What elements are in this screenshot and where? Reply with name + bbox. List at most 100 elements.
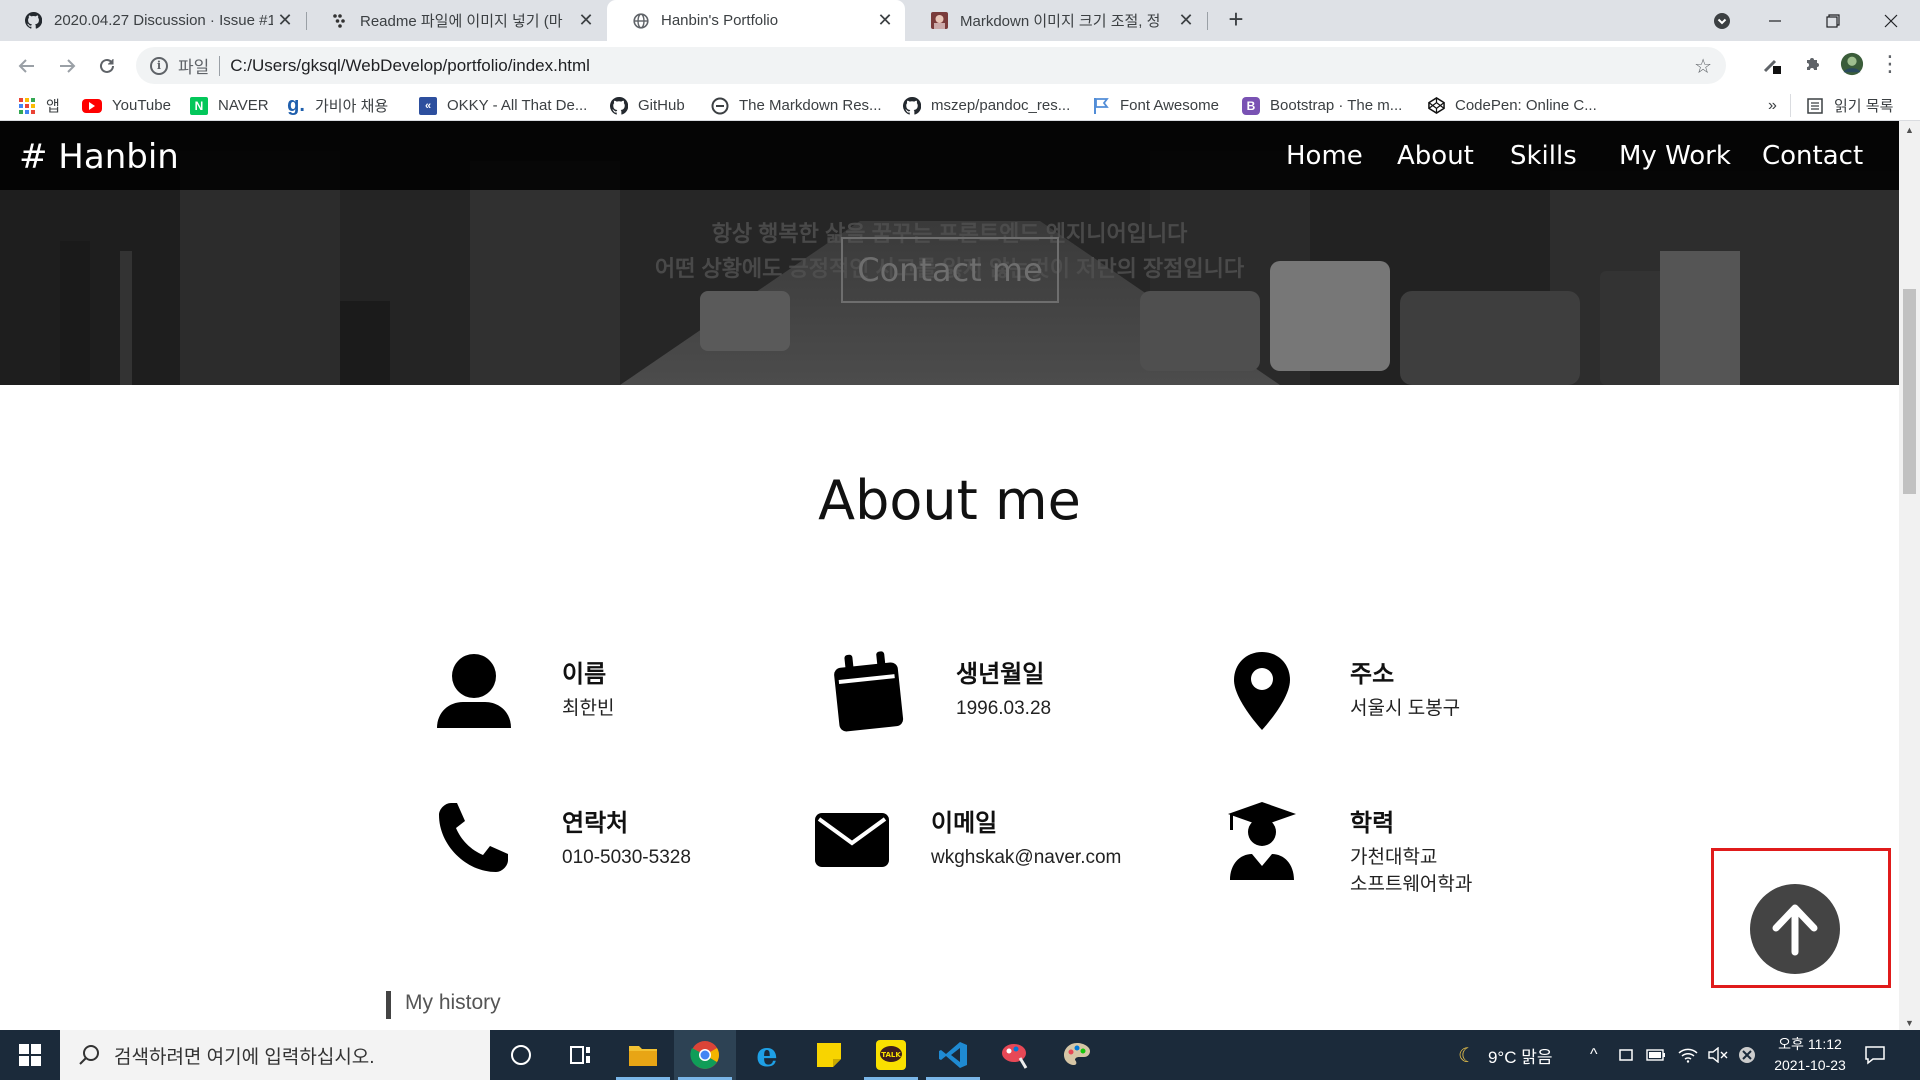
site-logo[interactable]: # Hanbin: [19, 137, 179, 177]
close-icon[interactable]: ✕: [873, 10, 897, 31]
taskbar-search-box[interactable]: 검색하려면 여기에 입력하십시오.: [60, 1030, 490, 1080]
bookmark-markdown-guide[interactable]: The Markdown Res...: [711, 94, 882, 117]
taskbar-internet-explorer[interactable]: e: [736, 1030, 798, 1080]
nav-contact[interactable]: Contact: [1762, 141, 1863, 171]
envelope-icon: [802, 799, 902, 881]
scroll-top-button[interactable]: [1750, 884, 1840, 974]
browser-tab-bar: 2020.04.27 Discussion · Issue #1 ✕ Readm…: [0, 0, 1920, 41]
extensions-puzzle-icon[interactable]: [1801, 52, 1825, 76]
taskbar-chrome[interactable]: [674, 1030, 736, 1080]
search-placeholder: 검색하려면 여기에 입력하십시오.: [114, 1046, 375, 1068]
velog-icon: [331, 12, 348, 29]
scroll-up-arrow-icon[interactable]: ▲: [1899, 125, 1920, 135]
bookmark-okky[interactable]: « OKKY - All That De...: [419, 94, 587, 117]
chevron-down-circle-icon: [1714, 12, 1730, 29]
codepen-icon: [1427, 97, 1445, 115]
github-icon: [903, 96, 921, 115]
start-button[interactable]: [0, 1030, 60, 1080]
reload-button[interactable]: [94, 53, 120, 79]
user-icon: [434, 650, 514, 732]
taskbar-paint-3d[interactable]: [984, 1030, 1046, 1080]
wifi-icon[interactable]: [1678, 1030, 1698, 1080]
nav-my-work[interactable]: My Work: [1619, 141, 1731, 171]
nav-skills[interactable]: Skills: [1510, 141, 1577, 171]
battery-icon[interactable]: [1646, 1030, 1666, 1080]
restore-icon: [1826, 13, 1840, 28]
info-icon[interactable]: i: [150, 56, 168, 75]
info-value: wkghskak@naver.com: [931, 847, 1122, 868]
bookmark-naver[interactable]: N NAVER: [190, 94, 269, 117]
bookmark-font-awesome[interactable]: Font Awesome: [1092, 94, 1219, 117]
bookmark-bootstrap[interactable]: B Bootstrap · The m...: [1242, 94, 1402, 117]
forward-button[interactable]: [54, 53, 80, 79]
info-value: 1996.03.28: [956, 698, 1052, 719]
tab-search-button[interactable]: [1693, 0, 1751, 41]
paint-3d-icon: [1002, 1044, 1028, 1069]
bookmark-label: GitHub: [638, 97, 685, 114]
extension-eyedropper-icon[interactable]: [1760, 52, 1784, 76]
tab-title: Markdown 이미지 크기 조절, 정: [960, 13, 1161, 30]
graduate-icon: [1222, 799, 1302, 881]
page-scrollbar[interactable]: ▲ ▼: [1899, 121, 1920, 1030]
address-bar[interactable]: i 파일 C:/Users/gksql/WebDevelop/portfolio…: [136, 47, 1726, 84]
tab-title: Readme 파일에 이미지 넣기 (마: [360, 13, 563, 30]
reload-icon: [100, 58, 114, 73]
taskbar-vscode[interactable]: [922, 1030, 984, 1080]
taskbar-clock[interactable]: 오후 11:12 2021-10-23: [1760, 1034, 1860, 1076]
profile-avatar-icon[interactable]: [1840, 52, 1864, 76]
weather-text: 9°C 맑음: [1487, 1047, 1553, 1067]
info-education: 학력 가천대학교 소프트웨어학과: [1222, 799, 1582, 909]
task-view-button[interactable]: [550, 1030, 612, 1080]
volume-muted-icon[interactable]: [1708, 1030, 1728, 1080]
back-button[interactable]: [14, 53, 40, 79]
action-center-icon[interactable]: [1864, 1030, 1886, 1080]
blog-avatar-icon: [931, 12, 948, 29]
taskbar-sticky-notes[interactable]: [798, 1030, 860, 1080]
ie-icon: e: [756, 1035, 778, 1075]
minimize-button[interactable]: [1746, 0, 1804, 41]
bookmark-apps[interactable]: 앱: [18, 94, 60, 117]
close-icon[interactable]: ✕: [1174, 10, 1198, 31]
nav-home[interactable]: Home: [1286, 141, 1363, 171]
reading-list-button[interactable]: 읽기 목록: [1806, 94, 1893, 117]
browser-toolbar: i 파일 C:/Users/gksql/WebDevelop/portfolio…: [0, 41, 1920, 90]
scrollbar-thumb[interactable]: [1903, 289, 1916, 494]
tray-notification-x-icon[interactable]: [1738, 1030, 1756, 1080]
restore-button[interactable]: [1804, 0, 1862, 41]
bookmark-label: CodePen: Online C...: [1455, 97, 1597, 114]
close-icon[interactable]: ✕: [574, 10, 598, 31]
taskbar-kakaotalk[interactable]: TALK: [860, 1030, 922, 1080]
arrow-left-icon: [18, 59, 34, 73]
bookmarks-overflow-button[interactable]: »: [1768, 94, 1777, 117]
taskbar-paint[interactable]: [1046, 1030, 1108, 1080]
scroll-down-arrow-icon[interactable]: ▼: [1899, 1018, 1920, 1028]
close-window-button[interactable]: [1862, 0, 1920, 41]
tray-meet-now-icon[interactable]: [1618, 1030, 1634, 1080]
nav-about[interactable]: About: [1397, 141, 1474, 171]
info-address: 주소 서울시 도봉구: [1222, 650, 1582, 760]
reading-list-icon: [1806, 97, 1824, 115]
tab-readme-image[interactable]: Readme 파일에 이미지 넣기 (마 ✕: [306, 0, 606, 41]
cortana-button[interactable]: [490, 1030, 552, 1080]
info-label: 연락처: [562, 810, 629, 837]
contact-me-button[interactable]: Contact me: [841, 237, 1059, 303]
bookmark-youtube[interactable]: YouTube: [82, 94, 171, 117]
tab-github-discussion[interactable]: 2020.04.27 Discussion · Issue #1 ✕: [0, 0, 305, 41]
sticky-notes-icon: [817, 1043, 841, 1067]
tab-hanbin-portfolio[interactable]: Hanbin's Portfolio ✕: [607, 0, 905, 41]
bookmark-github[interactable]: GitHub: [610, 94, 685, 117]
address-url[interactable]: C:/Users/gksql/WebDevelop/portfolio/inde…: [230, 56, 590, 76]
more-menu-icon[interactable]: ⋮: [1878, 51, 1902, 76]
tray-overflow-chevron-icon[interactable]: ^: [1590, 1030, 1598, 1080]
weather-widget[interactable]: ☾ 9°C 맑음: [1458, 1030, 1552, 1080]
bookmark-label: NAVER: [218, 97, 269, 114]
new-tab-button[interactable]: +: [1222, 6, 1250, 34]
taskbar-file-explorer[interactable]: [612, 1030, 674, 1080]
bookmark-gabia[interactable]: g. 가비아 채용: [287, 94, 388, 117]
reading-list-label: 읽기 목록: [1834, 98, 1894, 115]
close-icon[interactable]: ✕: [273, 10, 297, 31]
bookmark-codepen[interactable]: CodePen: Online C...: [1427, 94, 1597, 117]
bookmark-pandoc[interactable]: mszep/pandoc_res...: [903, 94, 1070, 117]
bookmark-star-icon[interactable]: ☆: [1694, 54, 1712, 79]
tab-markdown-image-size[interactable]: Markdown 이미지 크기 조절, 정 ✕: [906, 0, 1206, 41]
